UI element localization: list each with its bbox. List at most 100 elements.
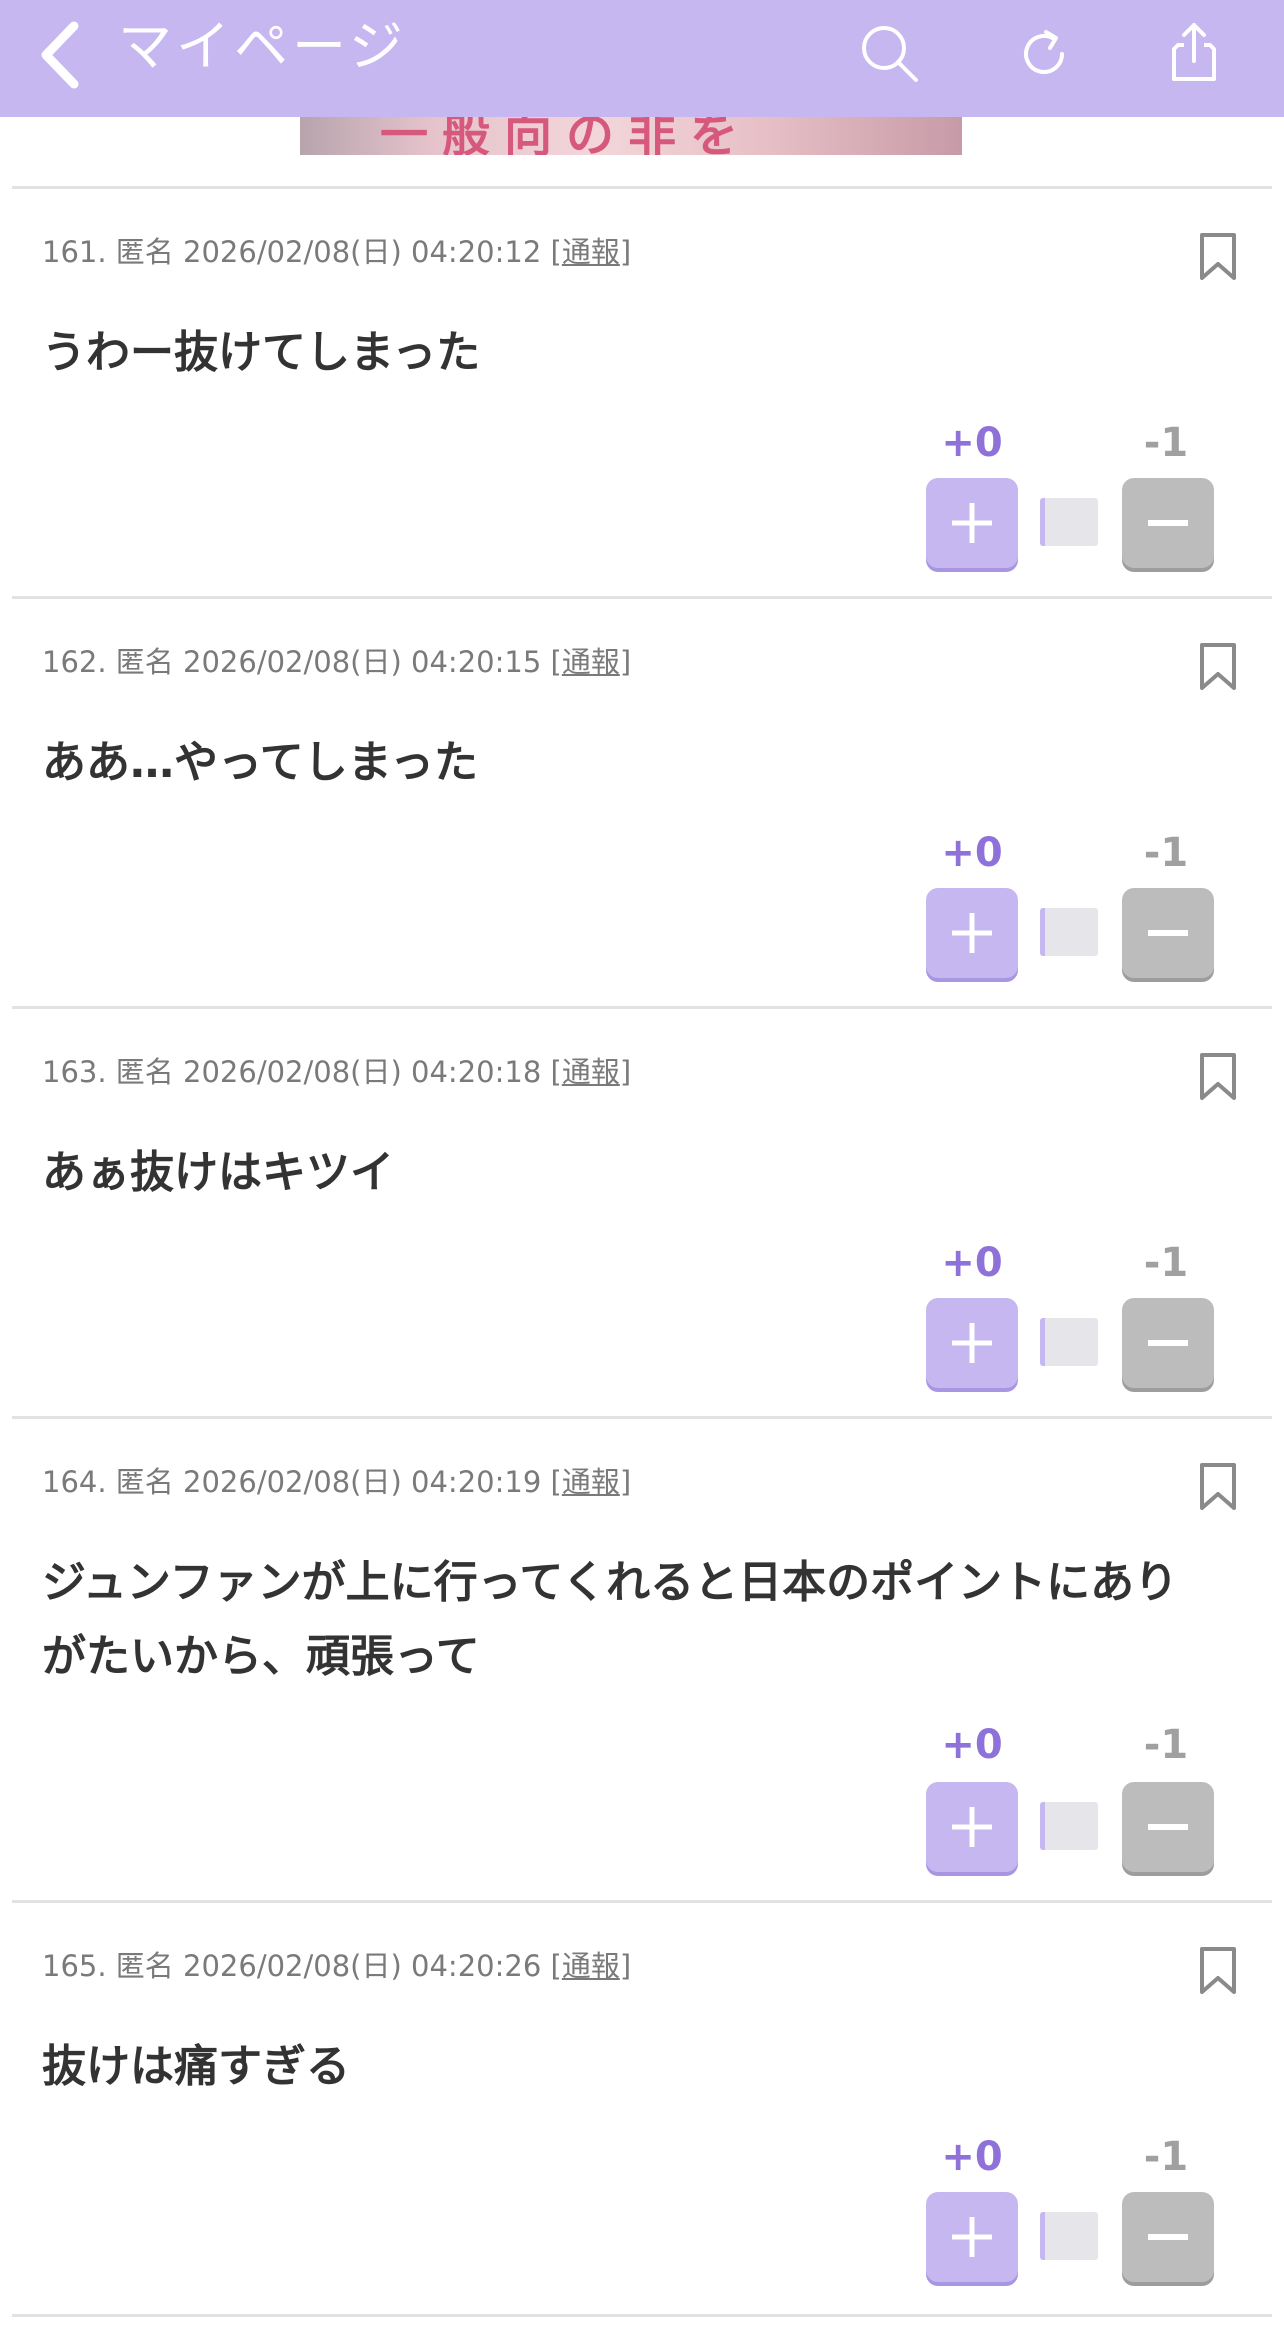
plus-count: +0 — [941, 420, 1003, 466]
plus-button[interactable] — [926, 888, 1018, 978]
plus-icon — [952, 503, 992, 543]
banner-text: 一般向の非を — [380, 117, 753, 155]
report-bracket: ] — [619, 1949, 632, 1983]
chevron-left-icon — [41, 21, 79, 89]
plus-button[interactable] — [926, 1298, 1018, 1388]
plus-button[interactable] — [926, 2192, 1018, 2282]
comment-number: 163. — [42, 1055, 107, 1089]
comment-author: 匿名 — [115, 1465, 174, 1499]
comment-number: 162. — [42, 645, 107, 679]
comment-meta: 164. 匿名 2026/02/08(日) 04:20:19 [通報] — [42, 1462, 631, 1502]
plus-icon — [952, 2217, 992, 2257]
share-button[interactable] — [1154, 14, 1234, 94]
share-icon — [1172, 23, 1216, 81]
comment-body: あぁ抜けはキツイ — [42, 1147, 394, 1198]
comment-body: 抜けは痛すぎる — [42, 2041, 350, 2092]
report-link[interactable]: 通報 — [562, 1465, 620, 1499]
banner-image[interactable]: 一般向の非を — [300, 117, 962, 155]
minus-button[interactable] — [1122, 1298, 1214, 1388]
report-bracket: [ — [550, 235, 562, 269]
reload-button[interactable] — [1004, 14, 1084, 94]
bookmark-button[interactable] — [1198, 232, 1238, 282]
plus-count: +0 — [941, 1722, 1003, 1768]
comment-item: 164. 匿名 2026/02/08(日) 04:20:19 [通報] ジュンフ… — [0, 1416, 1284, 1900]
plus-icon — [952, 913, 992, 953]
report-bracket: [ — [550, 1465, 562, 1499]
bookmark-button[interactable] — [1198, 1462, 1238, 1512]
minus-button[interactable] — [1122, 888, 1214, 978]
top-header: マイページ — [0, 0, 1284, 117]
report-bracket: ] — [619, 645, 632, 679]
comment-item: 163. 匿名 2026/02/08(日) 04:20:18 [通報] あぁ抜け… — [0, 1006, 1284, 1416]
minus-count: -1 — [1143, 1240, 1189, 1286]
minus-icon — [1148, 2234, 1188, 2240]
comment-body: ああ…やってしまった — [42, 737, 479, 788]
comment-item: 161. 匿名 2026/02/08(日) 04:20:12 [通報] うわー抜… — [0, 186, 1284, 596]
plus-icon — [952, 1807, 992, 1847]
plus-count: +0 — [941, 2134, 1003, 2180]
comment-datetime: 2026/02/08(日) 04:20:12 — [183, 235, 542, 269]
plus-count: +0 — [941, 1240, 1003, 1286]
comment-number: 164. — [42, 1465, 107, 1499]
bookmark-icon — [1200, 643, 1236, 690]
bookmark-icon — [1200, 1947, 1236, 1994]
comment-meta: 165. 匿名 2026/02/08(日) 04:20:26 [通報] — [42, 1946, 631, 1986]
page-title: マイページ — [118, 15, 407, 78]
report-link[interactable]: 通報 — [562, 235, 620, 269]
comment-author: 匿名 — [115, 1949, 174, 1983]
minus-count: -1 — [1143, 830, 1189, 876]
comment-author: 匿名 — [115, 235, 174, 269]
minus-icon — [1148, 520, 1188, 526]
report-bracket: ] — [619, 1465, 632, 1499]
minus-icon — [1148, 1340, 1188, 1346]
comment-number: 165. — [42, 1949, 107, 1983]
vote-ratio-bar — [1040, 2212, 1098, 2260]
comment-author: 匿名 — [115, 1055, 174, 1089]
comment-meta: 162. 匿名 2026/02/08(日) 04:20:15 [通報] — [42, 642, 631, 682]
bookmark-button[interactable] — [1198, 1052, 1238, 1102]
minus-count: -1 — [1143, 1722, 1189, 1768]
plus-button[interactable] — [926, 478, 1018, 568]
minus-icon — [1148, 1824, 1188, 1830]
comment-item: 165. 匿名 2026/02/08(日) 04:20:26 [通報] 抜けは痛… — [0, 1900, 1284, 2314]
bookmark-icon — [1200, 1463, 1236, 1510]
report-bracket: [ — [550, 1949, 562, 1983]
minus-icon — [1148, 930, 1188, 936]
bookmark-button[interactable] — [1198, 642, 1238, 692]
report-link[interactable]: 通報 — [562, 1949, 620, 1983]
minus-count: -1 — [1143, 2134, 1189, 2180]
vote-ratio-bar — [1040, 1802, 1098, 1850]
search-icon — [862, 26, 918, 82]
minus-count: -1 — [1143, 420, 1189, 466]
comment-item: 162. 匿名 2026/02/08(日) 04:20:15 [通報] ああ…や… — [0, 596, 1284, 1006]
plus-count: +0 — [941, 830, 1003, 876]
comment-meta: 163. 匿名 2026/02/08(日) 04:20:18 [通報] — [42, 1052, 631, 1092]
report-link[interactable]: 通報 — [562, 645, 620, 679]
comment-datetime: 2026/02/08(日) 04:20:18 — [183, 1055, 542, 1089]
bookmark-icon — [1200, 233, 1236, 280]
report-link[interactable]: 通報 — [562, 1055, 620, 1089]
vote-ratio-bar — [1040, 908, 1098, 956]
comment-datetime: 2026/02/08(日) 04:20:26 — [183, 1949, 542, 1983]
minus-button[interactable] — [1122, 1782, 1214, 1872]
minus-button[interactable] — [1122, 2192, 1214, 2282]
bookmark-icon — [1200, 1053, 1236, 1100]
bookmark-button[interactable] — [1198, 1946, 1238, 1996]
comment-datetime: 2026/02/08(日) 04:20:15 — [183, 645, 542, 679]
vote-ratio-bar — [1040, 1318, 1098, 1366]
reload-icon — [1024, 30, 1064, 74]
plus-button[interactable] — [926, 1782, 1018, 1872]
comment-number: 161. — [42, 235, 107, 269]
report-bracket: [ — [550, 645, 562, 679]
comment-body: ジュンファンが上に行ってくれると日本のポイントにありがたいから、頑張って — [42, 1557, 1179, 1682]
plus-icon — [952, 1323, 992, 1363]
comment-author: 匿名 — [115, 645, 174, 679]
comment-body: うわー抜けてしまった — [42, 327, 481, 378]
comment-meta: 161. 匿名 2026/02/08(日) 04:20:12 [通報] — [42, 232, 631, 272]
report-bracket: ] — [619, 1055, 632, 1089]
minus-button[interactable] — [1122, 478, 1214, 568]
vote-ratio-bar — [1040, 498, 1098, 546]
search-button[interactable] — [850, 14, 930, 94]
comment-datetime: 2026/02/08(日) 04:20:19 — [183, 1465, 542, 1499]
back-button[interactable] — [30, 10, 90, 100]
